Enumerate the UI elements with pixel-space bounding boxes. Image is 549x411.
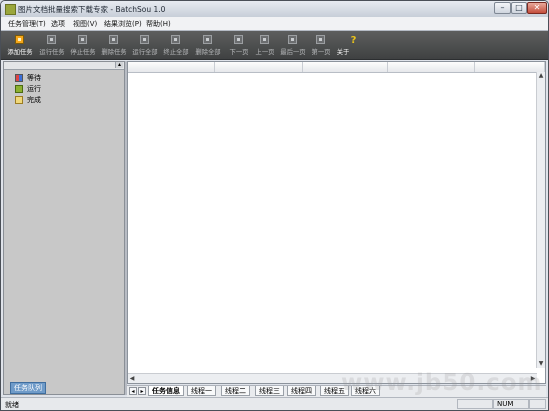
column-header[interactable] xyxy=(215,62,303,72)
next-page-icon xyxy=(234,35,243,44)
tree-header: ▴ xyxy=(4,62,124,70)
delete-task-button[interactable]: 删除任务 xyxy=(98,33,130,57)
delete-task-icon xyxy=(109,35,118,44)
stop-task-icon xyxy=(78,35,87,44)
terminate-all-label: 终止全部 xyxy=(163,49,189,56)
menu-task-management[interactable]: 任务管理(T) xyxy=(8,19,46,29)
help-icon: ? xyxy=(350,35,357,46)
tree-label-running: 运行 xyxy=(27,85,41,93)
last-page-icon xyxy=(288,35,297,44)
tab-scroll-left-icon[interactable]: ◂ xyxy=(129,387,137,395)
terminate-all-button[interactable]: 终止全部 xyxy=(160,33,192,57)
scroll-up-icon[interactable]: ▲ xyxy=(537,72,545,80)
column-header[interactable] xyxy=(475,62,545,72)
done-icon xyxy=(15,96,23,104)
column-header[interactable] xyxy=(388,62,475,72)
list-header xyxy=(128,62,545,73)
delete-all-button[interactable]: 删除全部 xyxy=(192,33,224,57)
toolbar: 添加任务 运行任务 停止任务 删除任务 运行全部 终止全部 删除全部 下一页 上… xyxy=(1,31,548,60)
menu-results[interactable]: 结果浏览(P) xyxy=(104,19,142,29)
run-task-icon xyxy=(47,35,56,44)
status-bar: 就绪 NUM xyxy=(1,397,548,410)
task-queue-tab[interactable]: 任务队列 xyxy=(10,382,46,394)
waiting-icon xyxy=(15,74,23,82)
add-task-icon xyxy=(15,35,24,44)
prev-page-icon xyxy=(260,35,269,44)
window-title: 图片文档批量搜索下载专家 - BatchSou 1.0 xyxy=(18,5,166,14)
about-button[interactable]: ? 关于 xyxy=(327,33,359,57)
status-text: 就绪 xyxy=(5,401,19,409)
tab-thread-3[interactable]: 线程三 xyxy=(255,386,284,396)
menu-help[interactable]: 帮助(H) xyxy=(146,19,171,29)
run-all-icon xyxy=(140,35,149,44)
add-task-label: 添加任务 xyxy=(7,49,33,56)
app-icon xyxy=(5,4,16,15)
tab-scroll-right-icon[interactable]: ▸ xyxy=(138,387,146,395)
vertical-scrollbar[interactable]: ▲ ▼ xyxy=(536,72,545,368)
delete-all-icon xyxy=(203,35,212,44)
menu-options[interactable]: 选项 xyxy=(51,19,65,29)
running-icon xyxy=(15,85,23,93)
scroll-down-icon[interactable]: ▼ xyxy=(537,360,545,368)
menu-view[interactable]: 视图(V) xyxy=(73,19,97,29)
close-button[interactable]: ✕ xyxy=(527,2,547,14)
watermark: www.jb50.com xyxy=(341,370,543,396)
about-label: 关于 xyxy=(336,49,350,56)
scroll-left-icon[interactable]: ◀ xyxy=(128,374,136,383)
tree-label-waiting: 等待 xyxy=(27,74,41,82)
column-header[interactable] xyxy=(128,62,215,72)
task-queue-panel: ▴ 等待 运行 完成 xyxy=(3,61,125,395)
status-cell xyxy=(457,399,493,409)
run-task-button[interactable]: 运行任务 xyxy=(36,33,68,57)
first-page-icon xyxy=(316,35,325,44)
resize-grip[interactable] xyxy=(529,399,546,409)
tree-label-done: 完成 xyxy=(27,96,41,104)
tab-thread-4[interactable]: 线程四 xyxy=(287,386,316,396)
tree-scroll-button[interactable]: ▴ xyxy=(115,62,123,68)
menu-bar: 任务管理(T) 选项 视图(V) 结果浏览(P) 帮助(H) xyxy=(1,17,548,31)
terminate-all-icon xyxy=(171,35,180,44)
column-header[interactable] xyxy=(303,62,388,72)
tab-thread-2[interactable]: 线程二 xyxy=(221,386,250,396)
maximize-button[interactable]: □ xyxy=(511,2,527,14)
stop-task-button[interactable]: 停止任务 xyxy=(67,33,99,57)
tab-task-info[interactable]: 任务信息 xyxy=(148,386,184,396)
run-all-button[interactable]: 运行全部 xyxy=(129,33,161,57)
title-bar: 图片文档批量搜索下载专家 - BatchSou 1.0 – □ ✕ xyxy=(1,1,548,18)
num-lock-indicator: NUM xyxy=(493,399,529,409)
minimize-button[interactable]: – xyxy=(494,2,511,14)
results-list: ▲ ▼ ◀ ▶ xyxy=(127,61,546,384)
add-task-button[interactable]: 添加任务 xyxy=(4,33,36,57)
app-window: 图片文档批量搜索下载专家 - BatchSou 1.0 – □ ✕ 任务管理(T… xyxy=(0,0,549,411)
tab-thread-1[interactable]: 线程一 xyxy=(187,386,216,396)
